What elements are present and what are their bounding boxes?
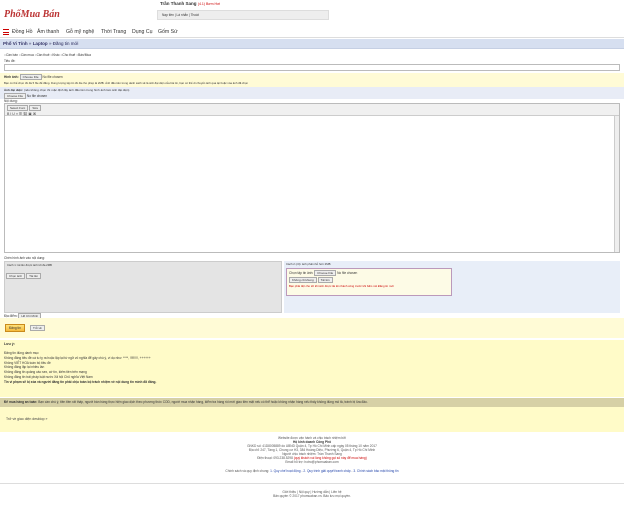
editor-scrollbar[interactable] [614, 116, 619, 252]
radio-rent[interactable]: Cần thuê [37, 53, 50, 57]
dlg-no-file: No file chosen [337, 271, 358, 275]
font-select[interactable]: Select Font [7, 105, 29, 111]
pick-image-button[interactable]: Chọn ảnh [6, 273, 26, 279]
title-label: Tiêu đề: [4, 59, 16, 63]
dlg-choose-file-button[interactable]: Choose File [314, 270, 337, 276]
no-file-text: No file chosen [42, 75, 63, 79]
menu-item-tools[interactable]: Dụng Cụ [132, 29, 152, 35]
menu-item-woodcraft[interactable]: Gỗ mỹ nghệ [66, 29, 94, 35]
radio-buysell[interactable]: Bán/Mua [78, 53, 91, 57]
radio-other[interactable]: Khác [52, 53, 59, 57]
menu-item-audio[interactable]: Âm thanh [37, 29, 59, 35]
image-icon[interactable]: ▣ [28, 112, 31, 116]
pane1-upload-button[interactable]: Tải lên [26, 273, 42, 279]
messages-link[interactable]: Lá nhắn [176, 13, 188, 17]
breadcrumb-item[interactable]: Phố Vi Tính [3, 41, 28, 46]
menu-item-fashion[interactable]: Thời Trang [101, 29, 126, 35]
breadcrumb-current: Đăng tin mới [52, 41, 79, 46]
topup-link[interactable]: Nạp tiền [162, 13, 174, 17]
policy-prefix: Chính sách và quy định chung: [225, 469, 270, 473]
radio-lease[interactable]: Cho thuê [62, 53, 75, 57]
safety-disclaimer: Để mua hàng an toàn: Bạn cần chú ý, tiên… [0, 398, 624, 407]
content-editor[interactable]: Select Font Size B I U ≡ ☰ ⛓ ▣ ⌘ [4, 103, 620, 253]
menu-item-ceramics[interactable]: Gốm Sứ [158, 29, 178, 35]
post-type-radios: ○Cần bán ○Cần mua ○Cần thuê ○Khác ○Cho t… [4, 53, 91, 57]
submit-area [0, 318, 624, 338]
footer-policies: Chính sách và quy định chung: 1. Quy chế… [225, 469, 399, 473]
notes-title: Lưu ý: [4, 342, 15, 346]
dlg-title: Chọn tập tin ảnh: [289, 271, 314, 275]
pane1-label: Cách 1: tải lên được ảnh tối đa 2MB [7, 263, 52, 267]
editor-toolbar: Select Font Size B I U ≡ ☰ ⛓ ▣ ⌘ [5, 104, 619, 116]
insert-image-label: Chèn hình ảnh vào nội dung: [4, 256, 45, 260]
disclaimer-text: Bạn cần chú ý, tiên tiền rất thấp, người… [38, 400, 368, 404]
footer: Website được vận hành và chịu trách nhiệ… [0, 436, 624, 498]
copyright: Bản quyền © 2017 phomuaban.vn. Bảo lưu m… [273, 494, 351, 498]
breadcrumb: Phố Vi Tính » Laptop » Đăng tin mới [0, 39, 624, 49]
action-buttons: Đăng tin Trở về [5, 324, 45, 332]
desktop-link[interactable]: Trở về giao diện desktop [6, 417, 45, 421]
site-logo[interactable]: PhốMua Bán [4, 9, 60, 20]
list-icon[interactable]: ☰ [19, 112, 22, 116]
disclaimer-label: Để mua hàng an toàn: [4, 400, 38, 404]
logo-main: Phố [4, 9, 21, 20]
upload-dialog: Chọn tập tin ảnh: Choose File No file ch… [286, 268, 452, 296]
note-item-warning: Tin vi phạm sẽ bị xóa và người đăng tin … [4, 379, 157, 384]
align-icon[interactable]: ≡ [16, 112, 18, 116]
avatar-label: Ảnh đại diện: [4, 88, 23, 92]
radio-buy[interactable]: Cần mua [21, 53, 34, 57]
footer-email-label: Email hỗ trợ: [285, 460, 304, 464]
notes-section: Lưu ý: Đăng tin đúng danh mục Không đăng… [0, 340, 624, 397]
cancel-button[interactable]: Trở về [30, 325, 45, 331]
submit-button[interactable]: Đăng tin [5, 324, 25, 332]
policy-link[interactable]: 1. Quy chế hoạt động [270, 469, 300, 473]
image-section: Hình ảnh: Choose File No file chosen Bạn… [0, 73, 624, 87]
user-version: (4.1) Bơm Hơi [197, 2, 221, 6]
radio-sell[interactable]: Cần bán [6, 53, 18, 57]
link-icon[interactable]: ⛓ [23, 112, 27, 116]
title-input[interactable] [4, 64, 620, 71]
logo-accent: Mua Bán [20, 9, 60, 20]
image-note: Bạn có thể chọn tối đa 5 file để đăng. D… [4, 81, 249, 85]
avatar-no-file-text: No file chosen [26, 94, 48, 98]
back-section: Trở về giao diện desktop » [0, 407, 624, 432]
underline-icon[interactable]: U [12, 112, 15, 116]
pane2-label: Cách 2 (cũ): ảnh phải nhỏ hơn 2MB [286, 262, 331, 266]
size-select[interactable]: Size [29, 105, 42, 111]
dlg-upload-button[interactable]: Tải lên [317, 277, 333, 283]
choose-file-button[interactable]: Choose File [19, 74, 42, 80]
footer-email[interactable]: hotro@phomuaban.com [304, 460, 338, 464]
policy-link[interactable]: 3. Chính sách bảo mật thông tin [353, 469, 398, 473]
user-name[interactable]: Trần Thanh Sang [160, 1, 197, 6]
hamburger-icon[interactable] [3, 29, 9, 35]
policy-link[interactable]: 2. Quy trình giải quyết tranh chấp [303, 469, 350, 473]
user-box: Trần Thanh Sang (4.1) Bơm Hơi [160, 1, 220, 6]
footer-divider [0, 483, 624, 484]
frame-select[interactable]: Không cố khung [289, 277, 317, 283]
user-links: Nạp tiền | Lá nhắn | Thoát [157, 10, 329, 20]
upload-pane-1: Cách 1: tải lên được ảnh tối đa 2MB Chọn… [4, 261, 282, 313]
image-label: Hình ảnh: [4, 75, 19, 79]
bold-icon[interactable]: B [7, 112, 9, 116]
logout-link[interactable]: Thoát [191, 13, 199, 17]
breadcrumb-item[interactable]: Laptop [33, 41, 48, 46]
code-icon[interactable]: ⌘ [33, 112, 37, 116]
footer-email-line: Email hỗ trợ: hotro@phomuaban.com [0, 460, 624, 464]
avatar-section: Ảnh đại diện: (nếu không chọn thì mặc đị… [0, 87, 624, 99]
avatar-note: (nếu không chọn thì mặc định lấy ảnh đầu… [23, 88, 130, 92]
dlg-warning: Bạn phải đợi cho tới khi ảnh được tải lê… [289, 284, 394, 288]
menu-item-watches[interactable]: Đồng Hồ [12, 29, 32, 35]
